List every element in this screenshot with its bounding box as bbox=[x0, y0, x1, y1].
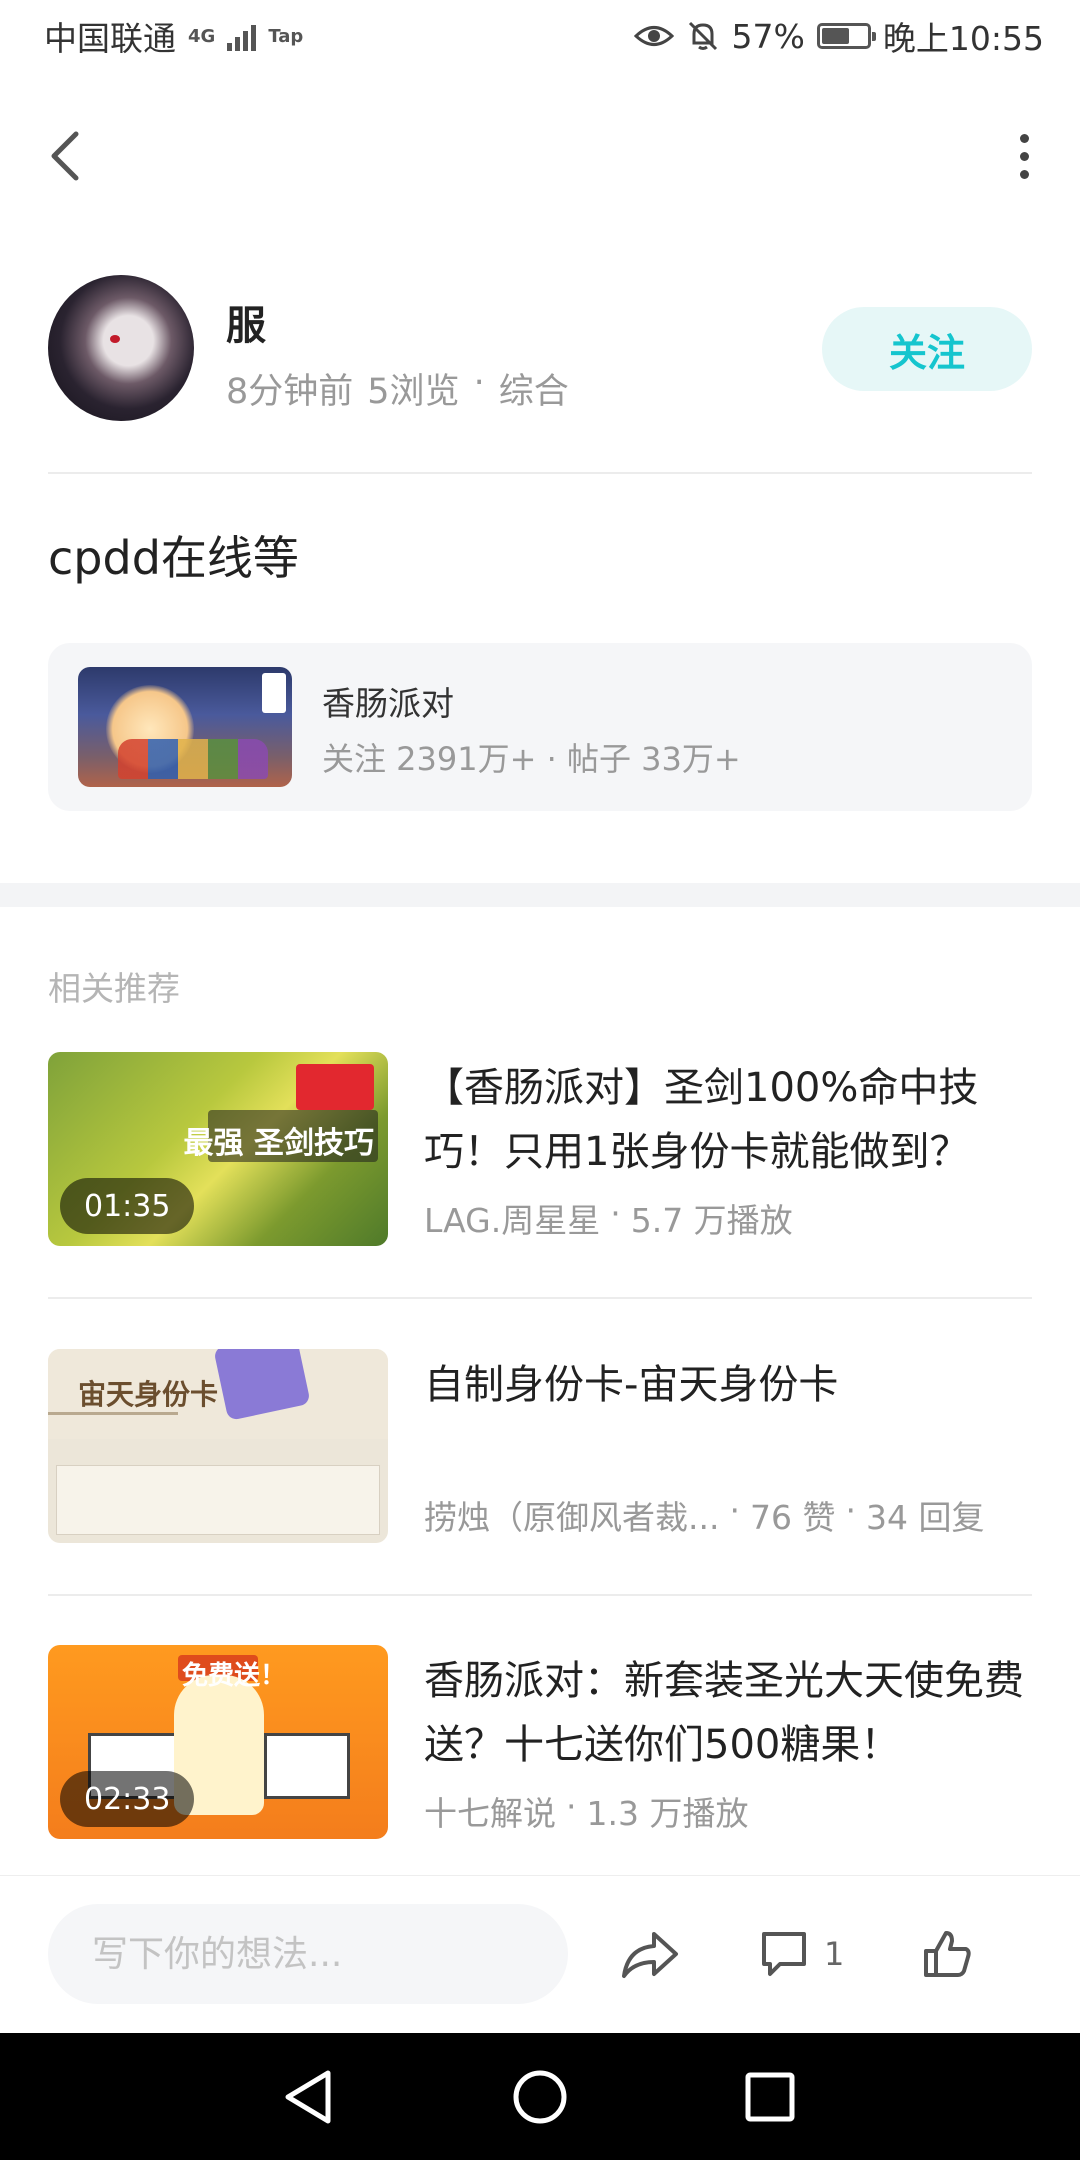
game-card[interactable]: 香肠派对 关注 2391万+ · 帖子 33万+ bbox=[48, 643, 1032, 811]
item-meta: 十七解说 · 1.3 万播放 bbox=[424, 1787, 1032, 1835]
game-name: 香肠派对 bbox=[322, 684, 454, 723]
status-left: 中国联通 4G Tap bbox=[44, 12, 303, 60]
game-thumbnail bbox=[78, 667, 292, 787]
item-title: 【香肠派对】圣剑100%命中技巧！只用1张身份卡就能做到？ bbox=[424, 1065, 979, 1175]
game-stats: 关注 2391万+ · 帖子 33万+ bbox=[322, 740, 741, 778]
avatar[interactable] bbox=[48, 275, 194, 421]
thumbnail-caption: 宙天身份卡 bbox=[78, 1378, 219, 1411]
thumbnail-caption: 免费送！ bbox=[182, 1661, 287, 1691]
nav-recents-icon[interactable] bbox=[738, 2065, 802, 2129]
thumbs-up-icon bbox=[924, 1931, 971, 1977]
nav-back-icon[interactable] bbox=[278, 2065, 342, 2129]
item-title: 自制身份卡-宙天身份卡 bbox=[424, 1362, 839, 1408]
clock: 晚上10:55 bbox=[882, 19, 1044, 58]
view-count: 5浏览 bbox=[367, 372, 460, 412]
post-category: 综合 bbox=[498, 372, 569, 412]
meta-separator: · bbox=[473, 363, 485, 403]
divider bbox=[48, 1297, 1032, 1299]
bottom-action-bar: 1 bbox=[0, 1875, 1080, 2033]
meta-separator: · bbox=[729, 1491, 740, 1530]
post-detail-screen: 中国联通 4G Tap 57% 晚上10:55 服 8分钟前 5浏览 · 综合 … bbox=[0, 0, 1080, 2160]
thumbnail-caption: 最强 圣剑技巧 bbox=[183, 1126, 374, 1161]
item-author: LAG.周星星 bbox=[424, 1201, 601, 1240]
status-right: 57% 晚上10:55 bbox=[633, 12, 1044, 60]
video-thumbnail: 免费送！ 02:33 bbox=[48, 1645, 388, 1839]
divider bbox=[48, 1594, 1032, 1596]
list-item[interactable]: 最强 圣剑技巧 01:35 【香肠派对】圣剑100%命中技巧！只用1张身份卡就能… bbox=[48, 1052, 1032, 1246]
nav-home-icon[interactable] bbox=[508, 2065, 572, 2129]
battery-percent: 57% bbox=[731, 16, 805, 56]
video-duration: 01:35 bbox=[60, 1178, 195, 1234]
section-divider bbox=[0, 883, 1080, 907]
recommendations-title: 相关推荐 bbox=[48, 969, 180, 1008]
list-item[interactable]: 免费送！ 02:33 香肠派对：新套装圣光大天使免费送？十七送你们500糖果！ … bbox=[48, 1645, 1032, 1839]
list-item[interactable]: 宙天身份卡 自制身份卡-宙天身份卡 捞烛（原御风者裁... · 76 赞 · 3… bbox=[48, 1349, 1032, 1543]
item-meta: 捞烛（原御风者裁... · 76 赞 · 34 回复 bbox=[424, 1491, 1032, 1539]
item-author: 十七解说 bbox=[424, 1794, 556, 1833]
item-title: 香肠派对：新套装圣光大天使免费送？十七送你们500糖果！ bbox=[424, 1658, 1024, 1768]
item-stat: 5.7 万播放 bbox=[630, 1201, 793, 1240]
share-button[interactable] bbox=[620, 1920, 680, 1988]
video-duration: 02:33 bbox=[60, 1771, 195, 1827]
meta-separator: · bbox=[845, 1491, 856, 1530]
video-thumbnail: 最强 圣剑技巧 01:35 bbox=[48, 1052, 388, 1246]
author-name[interactable]: 服 bbox=[226, 293, 266, 351]
meta-separator: · bbox=[610, 1194, 621, 1233]
chevron-left-icon[interactable] bbox=[44, 128, 94, 184]
carrier-label: 中国联通 bbox=[44, 19, 176, 58]
system-navigation-bar bbox=[0, 2033, 1080, 2160]
top-nav bbox=[0, 100, 1080, 210]
comment-count: 1 bbox=[824, 1935, 845, 1973]
post-time: 8分钟前 bbox=[226, 372, 354, 412]
post-meta: 8分钟前 5浏览 · 综合 bbox=[226, 363, 569, 414]
meta-separator: · bbox=[566, 1787, 577, 1826]
comment-button[interactable]: 1 bbox=[758, 1920, 844, 1988]
network-type: 4G bbox=[188, 25, 216, 47]
item-likes: 76 赞 bbox=[749, 1498, 836, 1537]
author-row: 服 8分钟前 5浏览 · 综合 关注 bbox=[48, 275, 1032, 425]
divider bbox=[48, 472, 1032, 474]
item-stat: 1.3 万播放 bbox=[586, 1794, 749, 1833]
item-replies: 34 回复 bbox=[865, 1498, 985, 1537]
post-content: cpdd在线等 bbox=[48, 531, 299, 585]
bell-off-icon bbox=[688, 21, 717, 51]
battery-icon bbox=[816, 23, 876, 49]
comment-input[interactable] bbox=[48, 1904, 568, 2004]
post-thumbnail: 宙天身份卡 bbox=[48, 1349, 388, 1543]
like-button[interactable] bbox=[920, 1920, 974, 1988]
comment-icon bbox=[762, 1932, 806, 1976]
item-meta: LAG.周星星 · 5.7 万播放 bbox=[424, 1194, 1032, 1242]
item-author: 捞烛（原御风者裁... bbox=[424, 1498, 720, 1537]
share-icon bbox=[622, 1932, 678, 1978]
more-vertical-icon[interactable] bbox=[1012, 128, 1036, 184]
follow-button[interactable]: 关注 bbox=[822, 307, 1032, 391]
signal-icon bbox=[227, 21, 257, 51]
app-tag: Tap bbox=[268, 25, 304, 47]
eye-icon bbox=[633, 26, 674, 46]
status-bar: 中国联通 4G Tap 57% 晚上10:55 bbox=[0, 0, 1080, 72]
